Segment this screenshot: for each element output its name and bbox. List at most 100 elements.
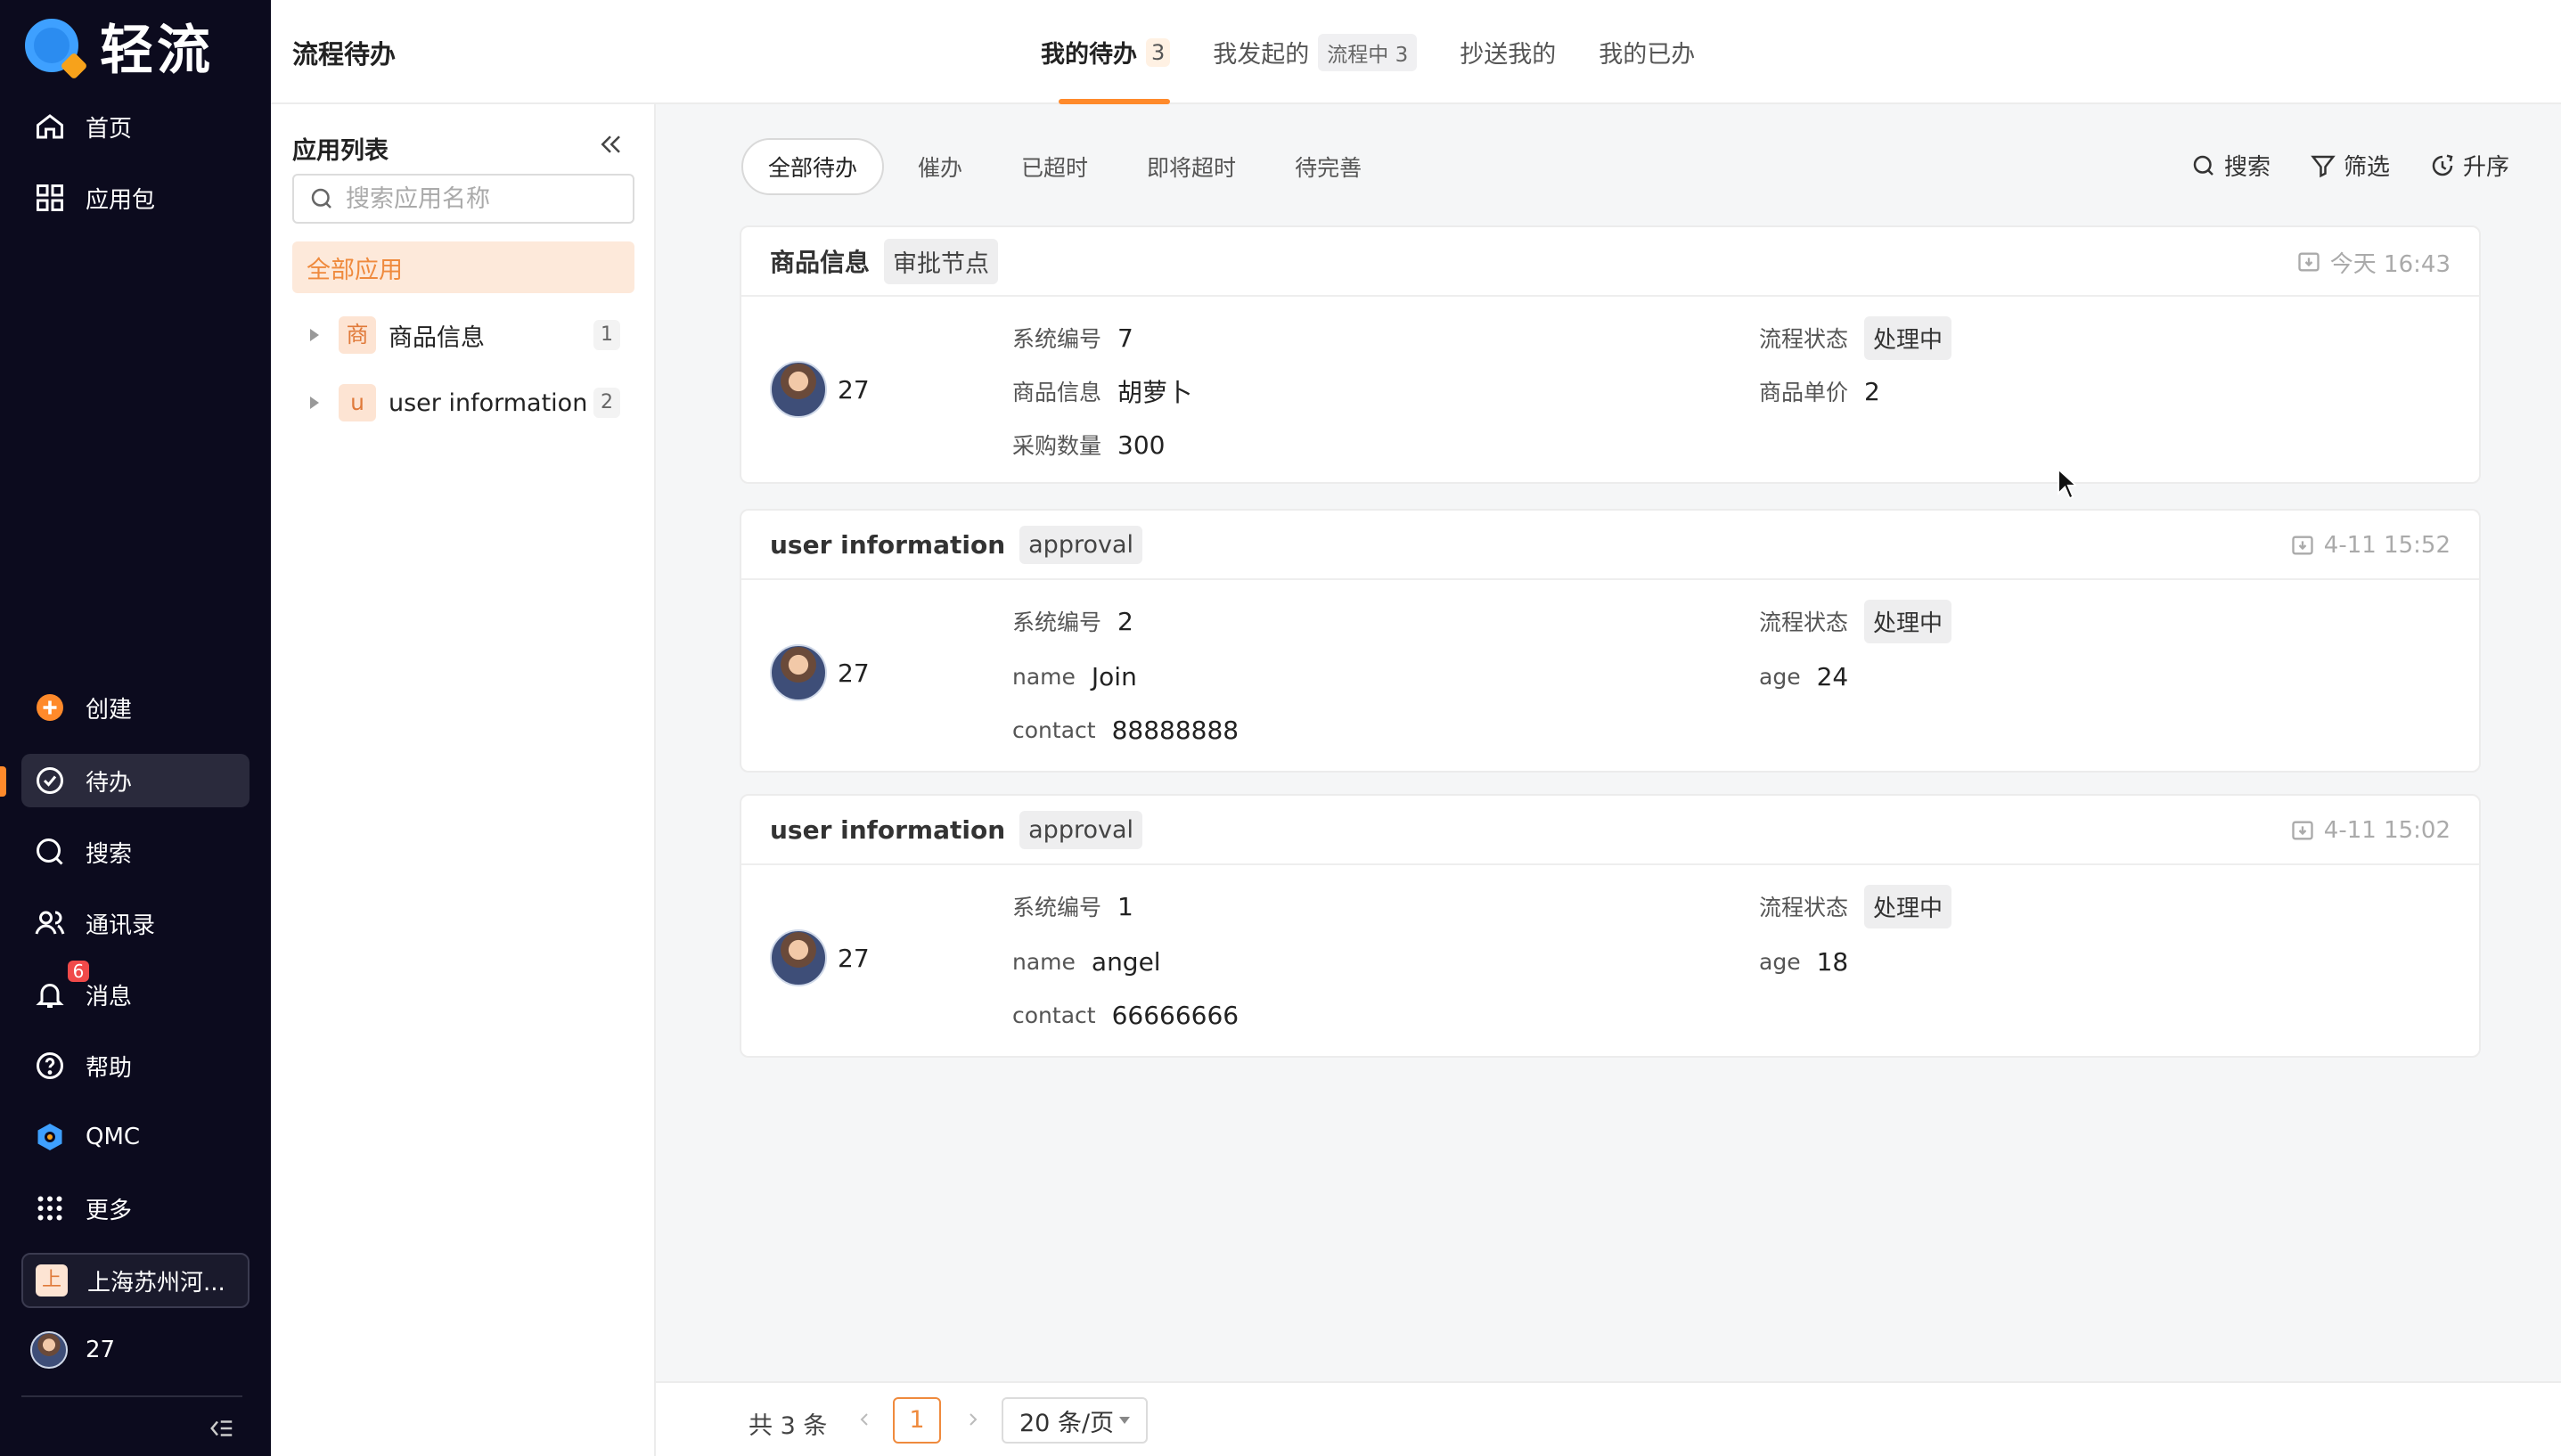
card-header: user information approval 4-11 15:52 [741, 511, 2479, 580]
nav-divider [21, 1395, 242, 1397]
user-profile[interactable]: 27 [30, 1331, 115, 1369]
filter-due-soon[interactable]: 即将超时 [1122, 138, 1261, 195]
field-value: 胡萝卜 [1117, 378, 1193, 407]
expand-caret-icon[interactable] [310, 397, 319, 409]
todo-card[interactable]: user information approval 4-11 15:52 27 … [740, 509, 2481, 773]
toolbar: 搜索 筛选 升序 [2151, 149, 2509, 182]
field-label: 流程状态 [1759, 326, 1849, 352]
field: 流程状态 处理中 [1759, 884, 1952, 928]
collapse-panel-icon[interactable] [597, 131, 624, 158]
nav-item-home[interactable]: 首页 [21, 100, 250, 153]
card-time-text: 今天 16:43 [2329, 250, 2451, 278]
page-current[interactable]: 1 [893, 1397, 941, 1444]
card-user: 27 [770, 361, 870, 418]
app-search-input[interactable] [346, 184, 613, 213]
brand-logo[interactable]: 轻流 [25, 16, 214, 82]
field: 系统编号 2 [1012, 603, 1133, 639]
nav-item-apps[interactable]: 应用包 [21, 171, 250, 225]
todo-card[interactable]: user information approval 4-11 15:02 27 … [740, 794, 2481, 1058]
filter-urge[interactable]: 催办 [893, 138, 987, 195]
inbox-icon [2292, 536, 2313, 555]
nav-label: 通讯录 [86, 912, 156, 939]
main-content: 全部待办 催办 已超时 即将超时 待完善 搜索 筛选 升序 商品信息 审批节点 … [656, 104, 2561, 1456]
tab-done[interactable]: 我的已办 [1599, 0, 1695, 104]
pagination: 共 3 条 1 20 条/页 [656, 1381, 2561, 1456]
field: name angel [1012, 944, 1161, 979]
field: 商品单价 2 [1759, 373, 1880, 409]
tab-initiated[interactable]: 我发起的 流程中 3 [1213, 0, 1418, 104]
field: 系统编号 1 [1012, 888, 1133, 924]
nav-label: 创建 [86, 696, 133, 724]
help-icon [37, 1052, 63, 1079]
field-label: name [1012, 663, 1076, 690]
nav-item-search[interactable]: 搜索 [21, 825, 250, 879]
sort-button[interactable]: 升序 [2429, 149, 2509, 182]
tab-cc[interactable]: 抄送我的 [1460, 0, 1556, 104]
filter-incomplete[interactable]: 待完善 [1270, 138, 1387, 195]
card-time: 4-11 15:02 [2290, 796, 2451, 865]
org-switcher[interactable]: 上 上海苏州河... [21, 1253, 250, 1308]
card-app-name: user information [770, 814, 1006, 845]
status-badge: 处理中 [1864, 315, 1952, 360]
nav-label: 待办 [86, 769, 133, 797]
nav-item-qmc[interactable]: QMC [21, 1110, 250, 1164]
field-label: 流程状态 [1759, 895, 1849, 920]
nav-item-contacts[interactable]: 通讯录 [21, 896, 250, 950]
field-label: 商品信息 [1012, 380, 1102, 405]
search-button[interactable]: 搜索 [2190, 149, 2271, 182]
app-name: user information [389, 389, 588, 417]
card-user: 27 [770, 929, 870, 986]
filter-button[interactable]: 筛选 [2310, 149, 2390, 182]
tool-label: 升序 [2462, 154, 2509, 181]
field-value: 300 [1117, 429, 1166, 460]
tab-my-todo[interactable]: 我的待办 3 [1041, 0, 1171, 104]
chevron-left-icon[interactable] [854, 1406, 875, 1433]
page-title: 流程待办 [292, 39, 397, 70]
field: 流程状态 处理中 [1759, 599, 1952, 643]
card-app-name: 商品信息 [770, 248, 871, 277]
nav-label: 搜索 [86, 840, 133, 868]
app-icon: u [339, 384, 376, 421]
page-size-select[interactable]: 20 条/页 [1002, 1397, 1148, 1444]
all-apps-item[interactable]: 全部应用 [292, 241, 634, 293]
nav-item-messages[interactable]: 6 消息 [21, 961, 250, 1021]
field-label: 商品单价 [1759, 380, 1849, 405]
app-item[interactable]: 商 商品信息 1 [292, 309, 634, 361]
nav-item-create[interactable]: 创建 [21, 681, 250, 734]
qmc-icon [37, 1124, 62, 1150]
field-value: 7 [1117, 323, 1133, 353]
search-icon [2193, 155, 2213, 176]
todo-card[interactable]: 商品信息 审批节点 今天 16:43 27 系统编号 7 商品信息 胡萝卜 采购数量… [740, 225, 2481, 484]
field-label: 流程状态 [1759, 609, 1849, 635]
app-count: 1 [593, 320, 620, 350]
tab-label: 我的已办 [1599, 41, 1696, 69]
collapse-nav-icon[interactable] [207, 1415, 237, 1442]
funnel-icon [2311, 155, 2336, 177]
user-name: 27 [86, 1337, 116, 1363]
card-user-name: 27 [838, 658, 870, 688]
app-list-panel: 应用列表 全部应用 商 商品信息 1 u user information 2 [271, 104, 656, 1456]
field: age 18 [1759, 944, 1848, 979]
field: age 24 [1759, 658, 1848, 694]
filter-tabs: 全部待办 催办 已超时 即将超时 待完善 [741, 138, 1395, 195]
field-label: age [1759, 663, 1801, 690]
field: name Join [1012, 658, 1137, 694]
message-badge: 6 [68, 961, 89, 982]
card-time-text: 4-11 15:02 [2323, 817, 2451, 844]
card-time-text: 4-11 15:52 [2323, 532, 2451, 559]
field-value: 2 [1864, 376, 1880, 406]
tool-label: 筛选 [2343, 154, 2390, 181]
field-value: 66666666 [1111, 1000, 1240, 1030]
chevron-right-icon[interactable] [962, 1406, 984, 1433]
expand-caret-icon[interactable] [310, 329, 319, 341]
app-count: 2 [593, 388, 620, 418]
filter-all[interactable]: 全部待办 [741, 138, 885, 195]
app-search-box[interactable] [292, 174, 634, 224]
filter-overdue[interactable]: 已超时 [996, 138, 1113, 195]
nav-item-todo[interactable]: 待办 [21, 754, 250, 807]
nav-label: 帮助 [86, 1054, 133, 1082]
nav-item-help[interactable]: 帮助 [21, 1039, 250, 1092]
app-item[interactable]: u user information 2 [292, 377, 634, 429]
nav-item-more[interactable]: 更多 [21, 1182, 250, 1235]
field-label: 系统编号 [1012, 609, 1102, 635]
